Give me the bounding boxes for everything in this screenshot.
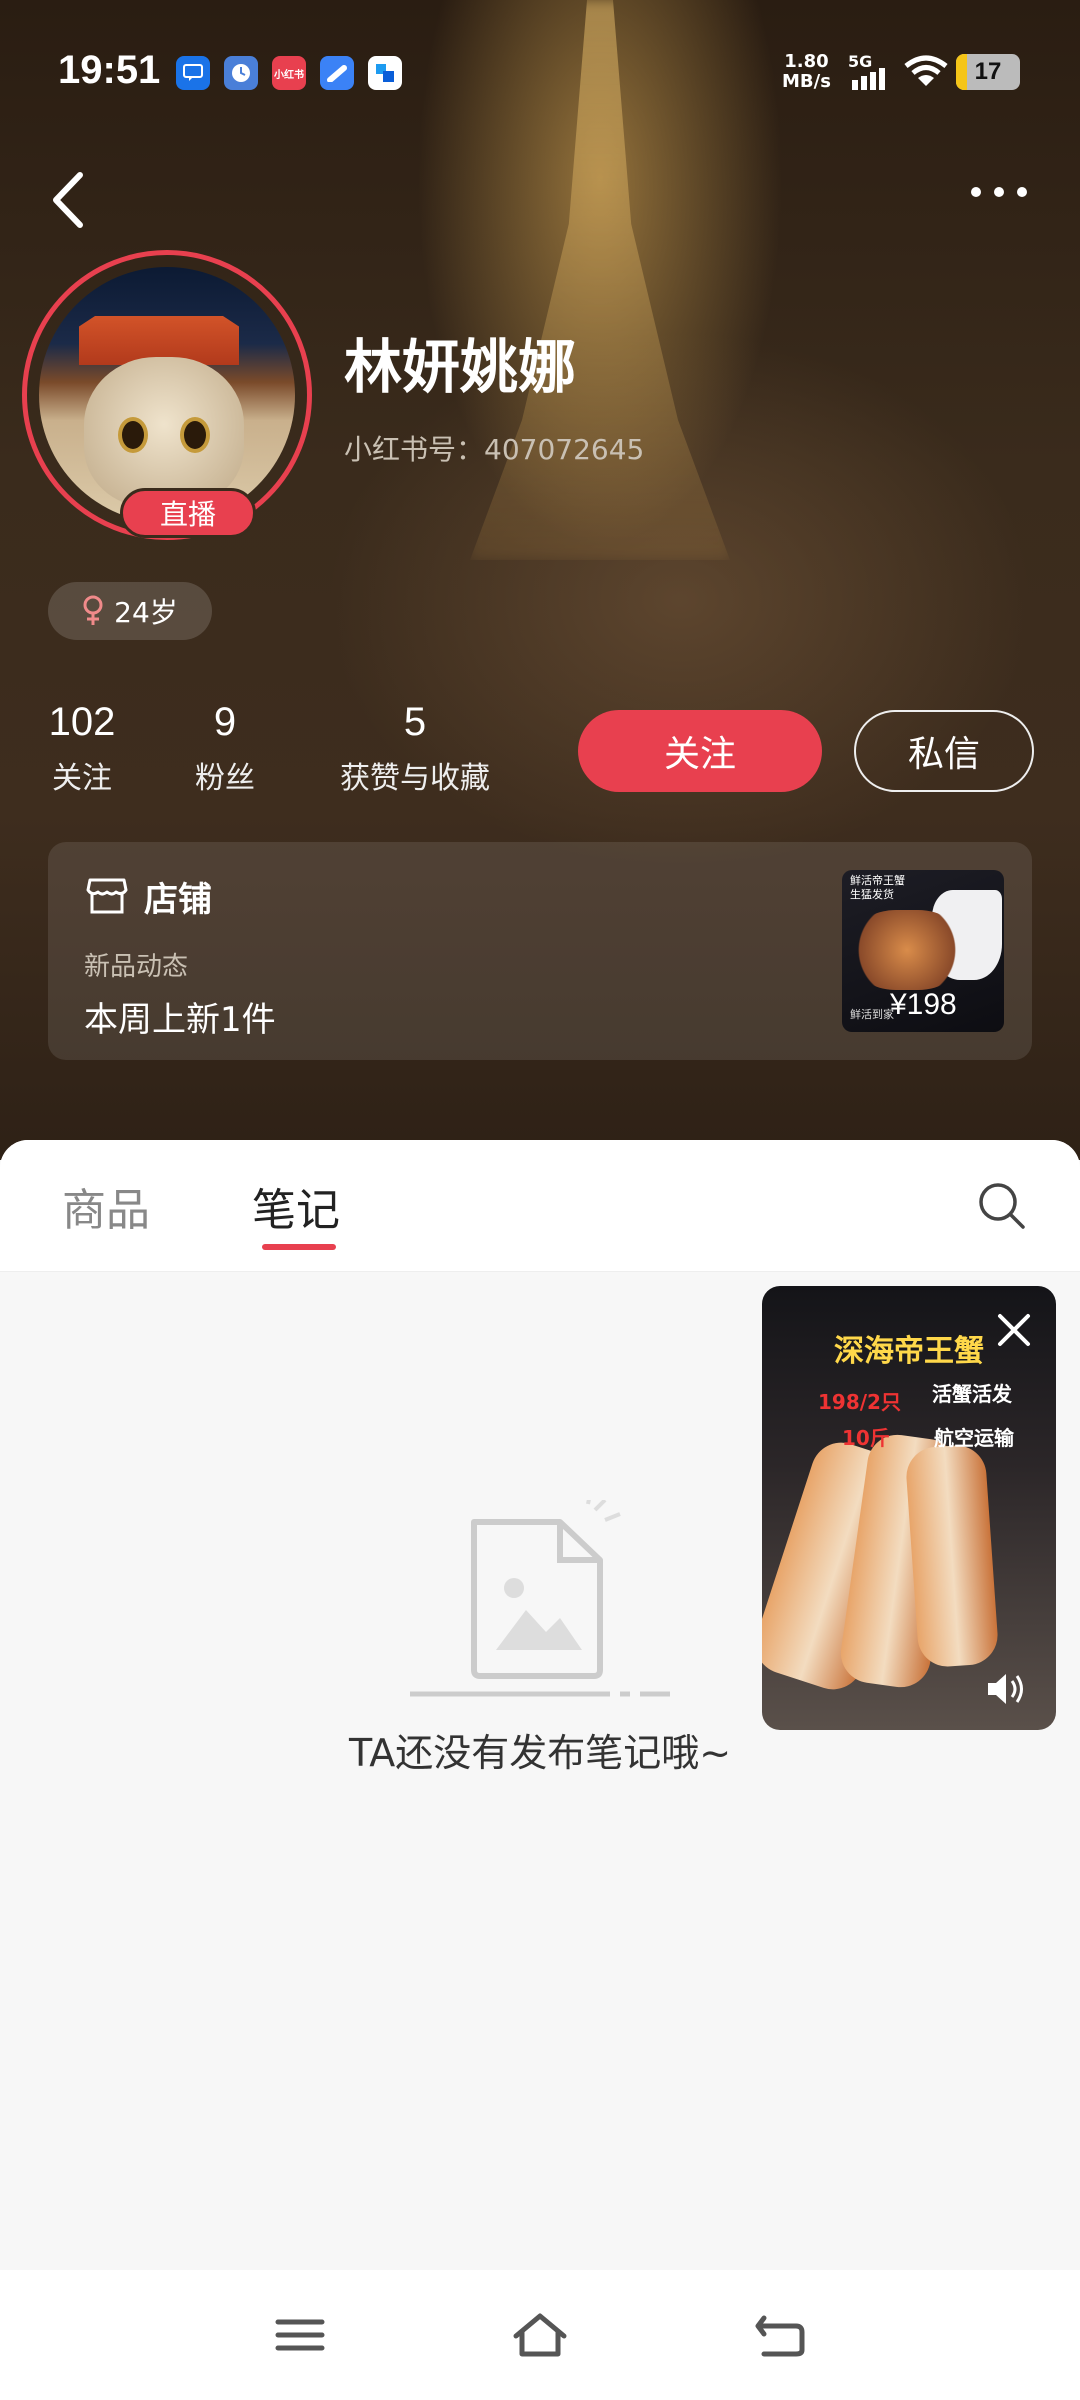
stat-following-value: 102 bbox=[48, 700, 116, 744]
app-icon bbox=[368, 56, 402, 90]
network-speed-unit: MB/s bbox=[782, 71, 831, 92]
video-tag-1: 活蟹活发 bbox=[932, 1382, 1012, 1406]
age-badge: 24岁 bbox=[48, 582, 212, 640]
signal-bars-icon bbox=[852, 68, 885, 90]
system-navigation-bar bbox=[0, 2270, 1080, 2400]
home-icon[interactable] bbox=[510, 2310, 570, 2360]
empty-notes-icon bbox=[410, 1500, 670, 1697]
thumb-line-1: 鲜活帝王蟹 bbox=[850, 874, 905, 887]
tab-notes[interactable]: 笔记 bbox=[252, 1174, 340, 1238]
shop-title: 店铺 bbox=[144, 880, 212, 920]
avatar-image bbox=[39, 267, 295, 523]
xiaohongshu-icon: 小红书 bbox=[272, 56, 306, 90]
stat-likes-label: 获赞与收藏 bbox=[340, 761, 490, 796]
profile-name: 林妍姚娜 bbox=[344, 333, 577, 401]
back-arrow-icon[interactable] bbox=[40, 165, 100, 235]
battery-indicator: 17 bbox=[956, 54, 1020, 90]
floating-video-player[interactable]: 深海帝王蟹 198/2只 活蟹活发 10斤 航空运输 bbox=[762, 1286, 1056, 1730]
tab-bar: 商品 笔记 bbox=[0, 1140, 1080, 1272]
female-icon bbox=[83, 595, 103, 625]
thumb-line-2: 生猛发货 bbox=[850, 888, 894, 901]
shop-card[interactable]: 店铺 新品动态 本周上新1件 鲜活帝王蟹 生猛发货 鲜活到家 ¥198 bbox=[48, 842, 1032, 1060]
profile-red-id[interactable]: 小红书号：407072645 bbox=[344, 428, 644, 468]
shop-icon bbox=[86, 878, 128, 914]
video-tag-2: 航空运输 bbox=[934, 1426, 1014, 1450]
stat-followers-value: 9 bbox=[213, 700, 237, 744]
status-bar: 19:51 小红书 1.80 MB/s 5G 17 bbox=[0, 0, 1080, 140]
close-icon[interactable] bbox=[992, 1308, 1036, 1352]
shop-subtitle: 新品动态 bbox=[84, 952, 189, 982]
status-app-icons: 小红书 bbox=[176, 56, 402, 90]
clock-icon bbox=[224, 56, 258, 90]
chat-icon bbox=[176, 56, 210, 90]
shop-update-text: 本周上新1件 bbox=[84, 1000, 276, 1040]
stat-followers-label: 粉丝 bbox=[195, 761, 255, 796]
thumb-price: ¥198 bbox=[890, 988, 957, 1021]
network-speed: 1.80 MB/s bbox=[782, 52, 831, 92]
video-weight-text: 10斤 bbox=[842, 1426, 890, 1450]
stat-followers[interactable]: 9 粉丝 bbox=[180, 700, 270, 797]
active-tab-indicator bbox=[262, 1244, 336, 1250]
cloud-icon bbox=[320, 56, 354, 90]
video-headline: 深海帝王蟹 bbox=[834, 1334, 984, 1369]
battery-level: 17 bbox=[974, 58, 1002, 85]
speaker-icon[interactable] bbox=[982, 1666, 1028, 1712]
empty-state-message: TA还没有发布笔记哦~ bbox=[348, 1731, 732, 1775]
network-speed-value: 1.80 bbox=[784, 51, 829, 72]
stat-likes-value: 5 bbox=[403, 700, 427, 744]
back-icon[interactable] bbox=[750, 2310, 810, 2360]
wifi-icon bbox=[904, 55, 948, 86]
video-price-text: 198/2只 bbox=[818, 1390, 901, 1414]
tab-products[interactable]: 商品 bbox=[62, 1174, 150, 1238]
age-label: 24岁 bbox=[114, 596, 178, 629]
search-icon[interactable] bbox=[976, 1180, 1028, 1232]
stat-following-label: 关注 bbox=[52, 761, 112, 796]
shop-product-thumbnail[interactable]: 鲜活帝王蟹 生猛发货 鲜活到家 ¥198 bbox=[842, 870, 1004, 1032]
menu-icon[interactable] bbox=[270, 2310, 330, 2360]
thumb-caption: 鲜活到家 bbox=[850, 1008, 894, 1021]
live-badge[interactable]: 直播 bbox=[120, 488, 256, 538]
status-time: 19:51 bbox=[58, 48, 161, 92]
more-options-icon[interactable] bbox=[964, 175, 1034, 215]
follow-button[interactable]: 关注 bbox=[578, 710, 822, 792]
message-button[interactable]: 私信 bbox=[854, 710, 1034, 792]
stat-likes-collections[interactable]: 5 获赞与收藏 bbox=[330, 700, 500, 797]
stat-following[interactable]: 102 关注 bbox=[42, 700, 122, 797]
